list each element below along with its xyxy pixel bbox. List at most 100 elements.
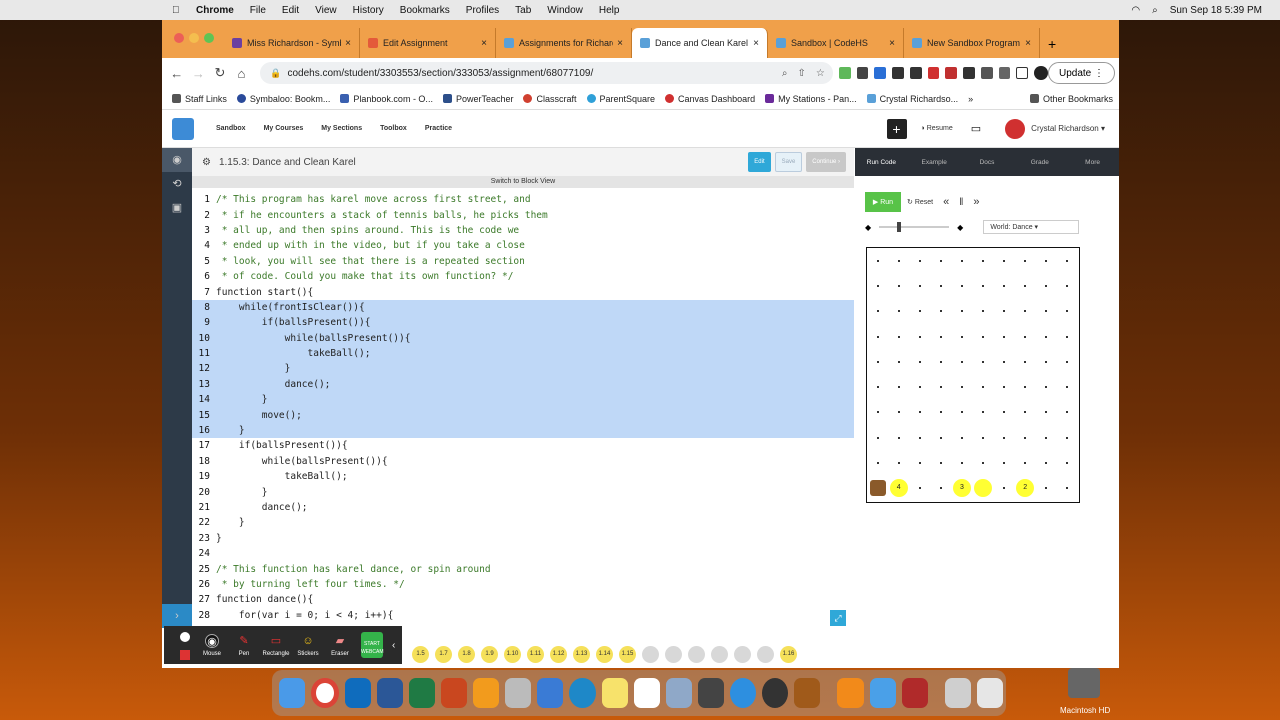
- browser-tab[interactable]: Edit Assignment ×: [360, 28, 496, 58]
- step-forward-icon[interactable]: »: [973, 196, 979, 208]
- extensions-puzzle-icon[interactable]: [998, 67, 1011, 79]
- collapse-toolbar-icon[interactable]: ‹: [392, 640, 395, 651]
- zoom-window-button[interactable]: [204, 33, 214, 43]
- code-line[interactable]: 15 move();: [192, 407, 854, 423]
- speed-slider[interactable]: [879, 222, 950, 232]
- code-line[interactable]: 20 }: [192, 484, 854, 499]
- calculator-icon[interactable]: [697, 678, 725, 708]
- progress-bubble[interactable]: 1.11: [527, 646, 544, 663]
- code-line[interactable]: 5 * look, you will see that there is a r…: [192, 254, 854, 269]
- sidebar-info-icon[interactable]: ◉: [162, 148, 192, 172]
- extension-icon[interactable]: [945, 67, 958, 79]
- quicktime-icon[interactable]: [762, 678, 789, 708]
- powerpoint-icon[interactable]: [440, 678, 468, 708]
- fullscreen-icon[interactable]: ⤢: [830, 610, 846, 626]
- bookmark-item[interactable]: Classcraft: [523, 94, 577, 104]
- code-line[interactable]: 9 if(ballsPresent()){: [192, 315, 854, 331]
- nav-toolbox[interactable]: Toolbox: [380, 125, 407, 132]
- extension-icon[interactable]: [963, 67, 975, 79]
- bookmark-item[interactable]: Planbook.com - O...: [340, 94, 433, 104]
- trash-icon[interactable]: [976, 678, 1004, 708]
- code-line[interactable]: 7 function start(){: [192, 284, 854, 299]
- create-plus-button[interactable]: +: [886, 118, 907, 139]
- apple-menu-icon[interactable]: : [172, 5, 180, 16]
- profile-avatar[interactable]: [1034, 66, 1048, 80]
- reset-button[interactable]: ↻ Reset: [907, 198, 933, 206]
- menu-item[interactable]: Bookmarks: [400, 5, 450, 16]
- bookmarks-overflow[interactable]: »: [968, 94, 973, 104]
- safari-icon[interactable]: [730, 678, 757, 708]
- code-line[interactable]: 3 * all up, and then spins around. This …: [192, 223, 854, 238]
- edge-icon[interactable]: [569, 678, 596, 708]
- close-tab-icon[interactable]: ×: [1025, 38, 1031, 49]
- outlook-icon[interactable]: [344, 678, 371, 708]
- tool-rectangle[interactable]: ▭ Rectangle: [260, 634, 292, 657]
- sidebar-expand-icon[interactable]: ›: [162, 604, 192, 628]
- other-bookmarks[interactable]: Other Bookmarks: [1029, 94, 1113, 104]
- tool-stickers[interactable]: ☺ Stickers: [292, 634, 324, 657]
- sidebar-history-icon[interactable]: ⟲: [162, 172, 192, 196]
- settings-gear-icon[interactable]: ⚙: [202, 157, 211, 168]
- close-tab-icon[interactable]: ×: [889, 38, 895, 49]
- notes-icon[interactable]: [601, 678, 628, 708]
- resume-button[interactable]: ◑ Resume: [921, 125, 953, 132]
- tab-run-code[interactable]: Run Code: [855, 159, 908, 166]
- code-line[interactable]: 13 dance();: [192, 376, 854, 393]
- menu-item[interactable]: Edit: [282, 5, 299, 16]
- sidebar-files-icon[interactable]: ▣: [162, 196, 192, 220]
- run-button[interactable]: ▶ Run: [865, 192, 901, 212]
- browser-tab[interactable]: Assignments for Richardson×: [496, 28, 632, 58]
- code-line[interactable]: 11 takeBall();: [192, 345, 854, 362]
- extension-icon[interactable]: [874, 67, 887, 79]
- layout-icon[interactable]: ▭: [971, 122, 981, 135]
- finder-icon[interactable]: [279, 678, 306, 708]
- code-line[interactable]: 1 /* This program has karel move across f…: [192, 192, 854, 207]
- progress-bubble[interactable]: [688, 646, 705, 663]
- bookmark-item[interactable]: PowerTeacher: [442, 94, 513, 104]
- code-line[interactable]: 6 * of code. Could you make that its own…: [192, 269, 854, 284]
- code-line[interactable]: 4 * ended up with in the video, but if y…: [192, 238, 854, 253]
- bookmark-item[interactable]: Staff Links: [172, 94, 227, 104]
- bookmark-item[interactable]: Crystal Richardso...: [866, 94, 958, 104]
- close-tab-icon[interactable]: ×: [345, 38, 351, 49]
- close-window-button[interactable]: [174, 33, 184, 43]
- progress-bubble[interactable]: 1.15: [619, 646, 636, 663]
- extension-icon[interactable]: [856, 67, 869, 79]
- excel-icon[interactable]: [408, 678, 435, 708]
- code-line[interactable]: 16 }: [192, 422, 854, 439]
- code-line[interactable]: 21 dance();: [192, 500, 854, 515]
- screen-recorder-icon[interactable]: [837, 678, 864, 708]
- close-tab-icon[interactable]: ×: [617, 38, 623, 49]
- script-editor-icon[interactable]: [505, 678, 532, 708]
- codehs-logo-icon[interactable]: [172, 117, 194, 140]
- progress-bubble[interactable]: 1.7: [435, 646, 452, 663]
- browser-tab[interactable]: Sandbox | CodeHS ×: [768, 28, 904, 58]
- progress-bubble[interactable]: [757, 646, 774, 663]
- code-line[interactable]: 22 }: [192, 515, 854, 530]
- stop-recording-icon[interactable]: [180, 650, 190, 660]
- progress-bubble[interactable]: [665, 646, 682, 663]
- search-icon[interactable]: ⌕: [1152, 5, 1158, 16]
- menu-item[interactable]: Window: [547, 5, 583, 16]
- progress-bubble[interactable]: 1.10: [504, 646, 521, 663]
- home-icon[interactable]: ⌂: [231, 66, 253, 81]
- bookmark-item[interactable]: Symbaloo: Bookm...: [236, 94, 330, 104]
- browser-tab-active[interactable]: Dance and Clean Karel | CodeHS×: [632, 28, 768, 58]
- menu-item[interactable]: Tab: [515, 5, 531, 16]
- edit-button[interactable]: Edit: [748, 152, 771, 172]
- close-tab-icon[interactable]: ×: [481, 38, 487, 49]
- extension-icon[interactable]: [980, 67, 993, 79]
- menu-item[interactable]: Help: [599, 5, 620, 16]
- tab-grade[interactable]: Grade: [1013, 159, 1066, 166]
- mail-icon[interactable]: [869, 678, 896, 708]
- dictionary-icon[interactable]: [901, 678, 928, 708]
- progress-bubble[interactable]: 1.12: [550, 646, 567, 663]
- zoom-icon[interactable]: ⌕: [782, 68, 788, 79]
- code-line[interactable]: 2 * if he encounters a stack of tennis b…: [192, 207, 854, 222]
- reminders-icon[interactable]: [633, 678, 660, 708]
- forward-icon[interactable]: →: [188, 66, 210, 81]
- tab-docs[interactable]: Docs: [961, 159, 1014, 166]
- tool-eraser[interactable]: ▰ Eraser: [324, 634, 356, 657]
- code-line[interactable]: 8 while(frontIsClear()){: [192, 299, 854, 316]
- menubar-datetime[interactable]: Sun Sep 18 5:39 PM: [1170, 5, 1262, 16]
